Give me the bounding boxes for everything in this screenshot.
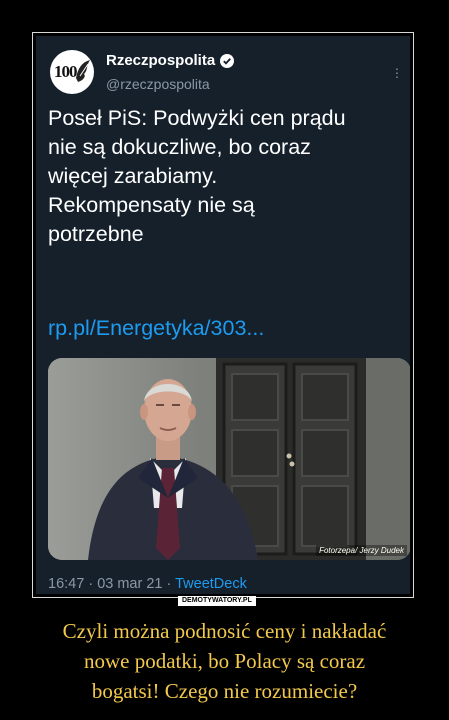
- site-watermark: DEMOTYWATORY.PL: [178, 596, 256, 606]
- photo-credit: Fotorzepa/ Jerzy Dudek: [316, 545, 407, 556]
- meta-separator: ·: [166, 576, 176, 592]
- tweet-text-line: Poseł PiS: Podwyżki cen prądu: [48, 106, 346, 130]
- eagle-icon: [76, 60, 90, 82]
- caption-line: nowe podatki, bo Polacy są coraz: [83, 649, 366, 673]
- verified-badge-icon: [220, 53, 235, 68]
- tweet-meta: 16:47 · 03 mar 21 · TweetDeck: [48, 576, 247, 592]
- tweet-text-line: potrzebne: [48, 222, 144, 246]
- more-options-icon[interactable]: · · ·: [394, 61, 400, 83]
- tweet-source[interactable]: TweetDeck: [175, 576, 247, 592]
- tweet-time[interactable]: 16:47: [48, 576, 84, 592]
- tweet-card[interactable]: 100 Rzeczpospolita @rzeczpospolita · · · P…: [36, 36, 410, 594]
- tweet-text-line: więcej zarabiamy.: [48, 164, 218, 188]
- avatar[interactable]: 100: [50, 50, 94, 94]
- photo-illustration: [48, 358, 410, 560]
- tweet-text-line: Rekompensaty nie są: [48, 193, 255, 217]
- caption-line: bogatsi! Czego nie rozumiecie?: [91, 679, 358, 703]
- account-handle[interactable]: @rzeczpospolita: [106, 76, 210, 92]
- demotivator-caption: Czyli można podnosić ceny i nakładać now…: [0, 616, 449, 706]
- demotivator-frame: 100 Rzeczpospolita @rzeczpospolita · · · P…: [32, 32, 414, 598]
- tweet-date[interactable]: 03 mar 21: [97, 576, 162, 592]
- tweet-photo[interactable]: Fotorzepa/ Jerzy Dudek: [48, 358, 410, 560]
- tweet-text-line: nie są dokuczliwe, bo coraz: [48, 135, 311, 159]
- caption-line: Czyli można podnosić ceny i nakładać: [62, 619, 387, 643]
- article-link[interactable]: rp.pl/Energetyka/303...: [48, 316, 264, 341]
- tweet-header: 100 Rzeczpospolita @rzeczpospolita · · ·: [50, 48, 400, 94]
- meta-separator: ·: [88, 576, 98, 592]
- tweet-text: Poseł PiS: Podwyżki cen prądu nie są dok…: [48, 104, 403, 249]
- account-name[interactable]: Rzeczpospolita: [106, 52, 215, 69]
